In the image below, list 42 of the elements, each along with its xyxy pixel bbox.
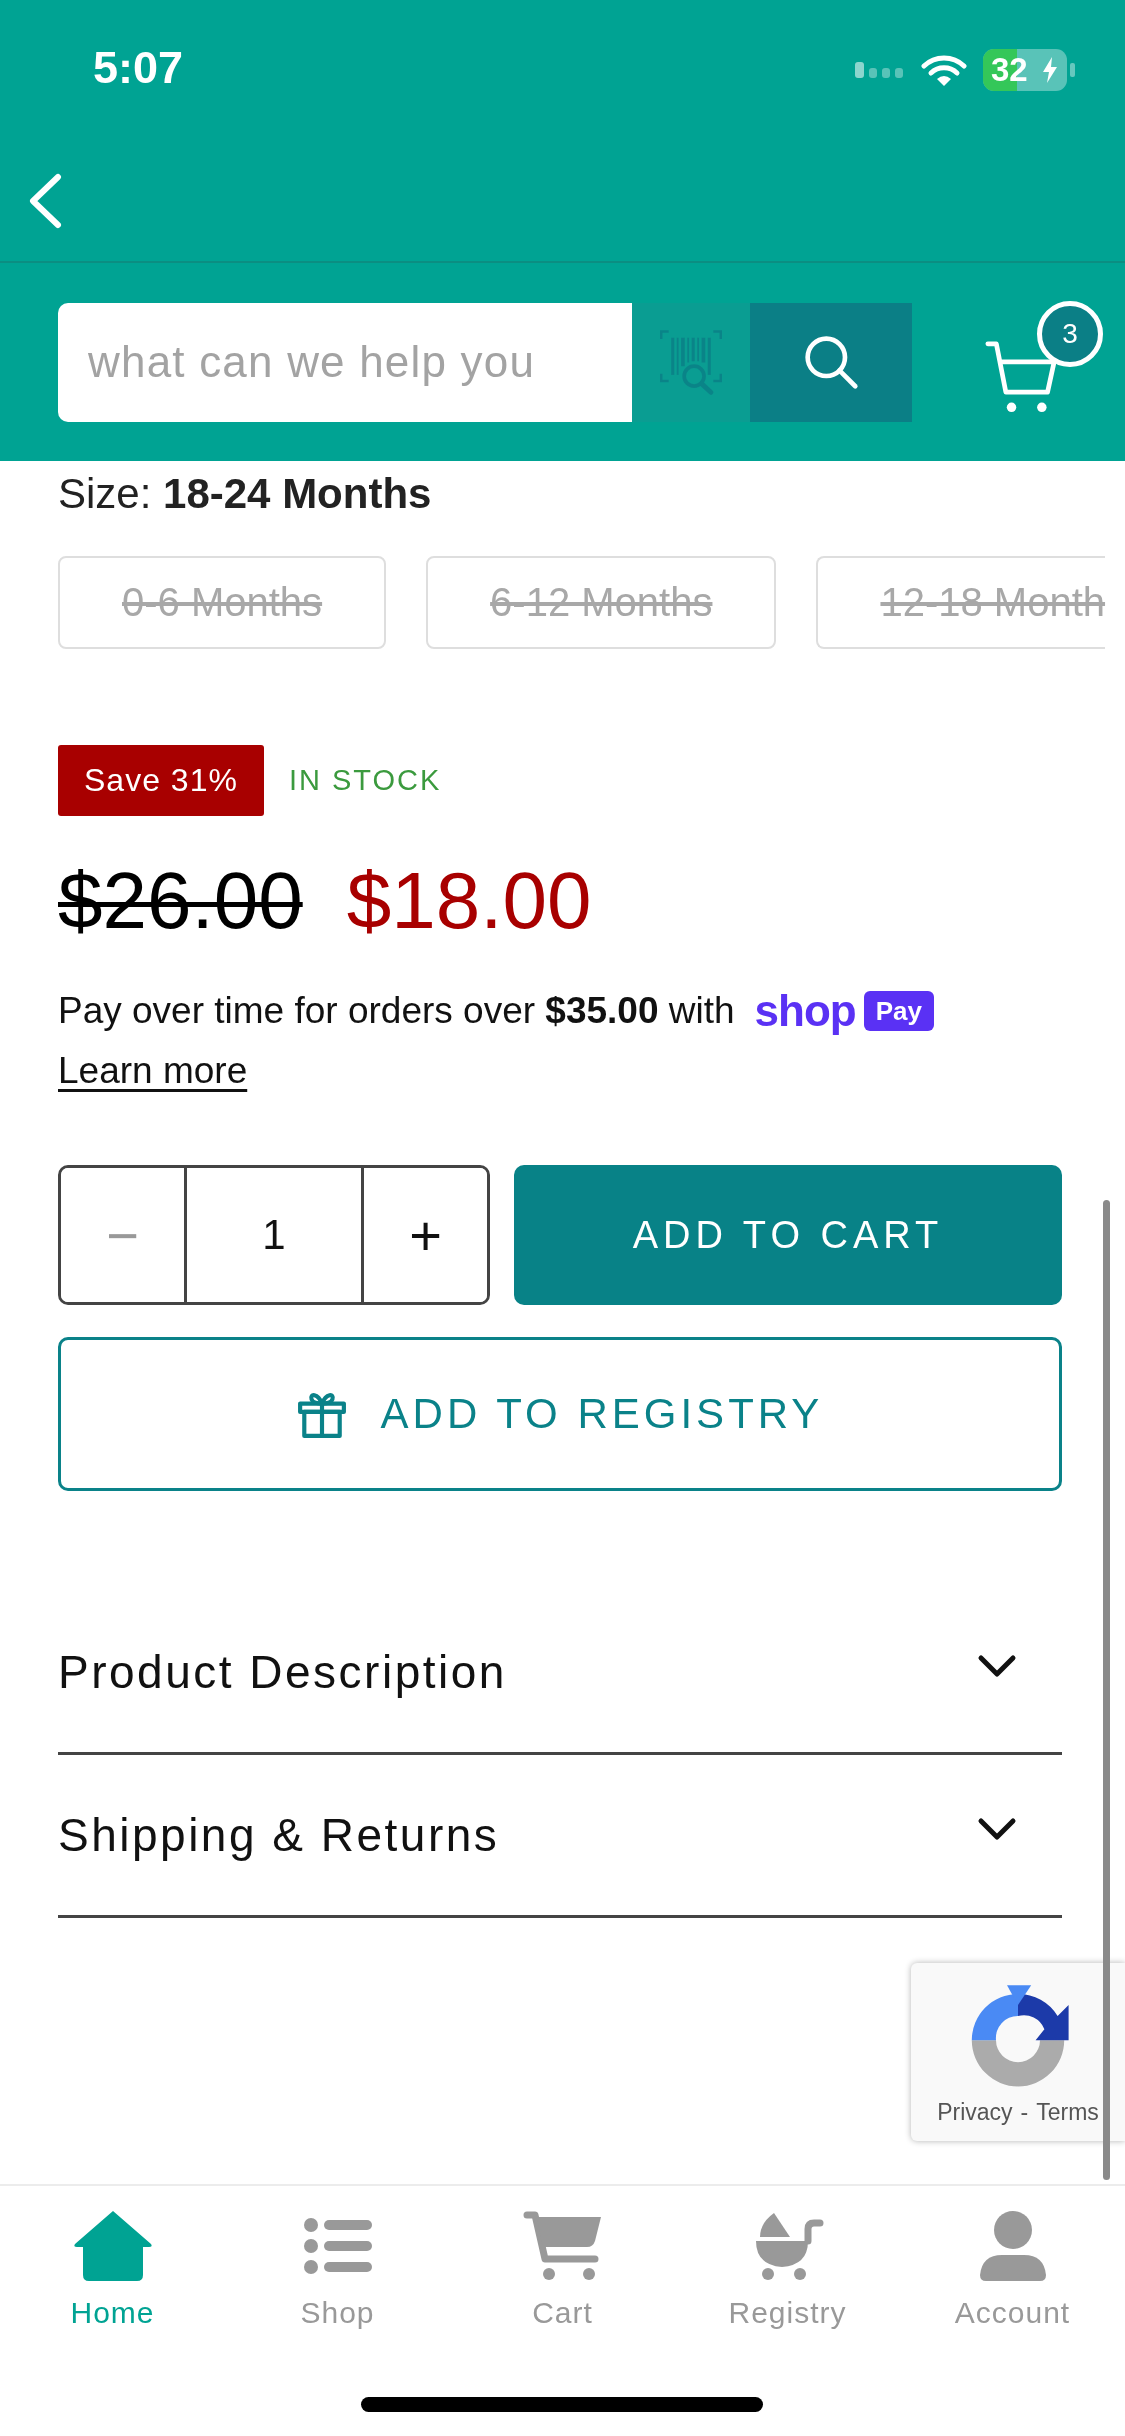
- search-field[interactable]: what can we help you: [58, 302, 632, 422]
- chevron-down-icon: [977, 1654, 1017, 1680]
- shop-wordmark: shop: [754, 986, 856, 1036]
- link-separator: -: [1020, 2099, 1029, 2126]
- cart-icon: [522, 2211, 603, 2281]
- battery-percent: 32: [991, 51, 1028, 89]
- tab-item[interactable]: Registry: [675, 2211, 900, 2336]
- tab-item[interactable]: Home: [0, 2211, 225, 2336]
- add-to-cart-button[interactable]: ADD TO CART: [514, 1165, 1062, 1305]
- status-time: 5:07: [93, 41, 184, 95]
- size-option[interactable]: 12-18 Month: [816, 556, 1106, 649]
- house-icon: [72, 2211, 153, 2281]
- tab-item[interactable]: Account: [900, 2211, 1125, 2336]
- learn-more-link[interactable]: Learn more: [58, 1041, 248, 1101]
- chevron-down-icon: [977, 1817, 1017, 1843]
- accordion-header[interactable]: Shipping & Returns: [58, 1755, 1062, 1918]
- wifi-icon: [921, 53, 967, 87]
- accordion-header[interactable]: Product Description: [58, 1592, 1062, 1755]
- size-label: Size: 18-24 Months: [58, 469, 433, 519]
- sale-price: $18.00: [346, 856, 592, 946]
- cart-icon[interactable]: [985, 341, 1057, 413]
- size-option[interactable]: 0-6 Months: [58, 556, 387, 649]
- installment-text: Pay over time for orders over $35.00 with: [58, 990, 735, 1032]
- search-button[interactable]: [750, 302, 912, 422]
- size-option[interactable]: 6-12 Months: [426, 556, 777, 649]
- charging-bolt-icon: [1043, 57, 1057, 83]
- tab-item[interactable]: Cart: [450, 2211, 675, 2336]
- stock-status: IN STOCK: [288, 764, 442, 797]
- battery-icon: [983, 49, 1075, 91]
- search-icon: [803, 334, 859, 390]
- back-icon[interactable]: [28, 172, 62, 229]
- tab-item[interactable]: Shop: [225, 2211, 450, 2336]
- original-price: $26.00: [58, 856, 303, 946]
- terms-link[interactable]: Terms: [1036, 2099, 1099, 2126]
- cart-count-badge: 3: [1037, 301, 1103, 367]
- barcode-magnifier-icon: [660, 329, 722, 395]
- discount-badge: Save 31%: [58, 745, 264, 816]
- signal-icon: [855, 62, 905, 78]
- privacy-link[interactable]: Privacy: [937, 2099, 1013, 2126]
- pay-badge: Pay: [863, 991, 934, 1031]
- list-icon: [303, 2218, 372, 2274]
- add-to-registry-button[interactable]: ADD TO REGISTRY: [58, 1337, 1062, 1491]
